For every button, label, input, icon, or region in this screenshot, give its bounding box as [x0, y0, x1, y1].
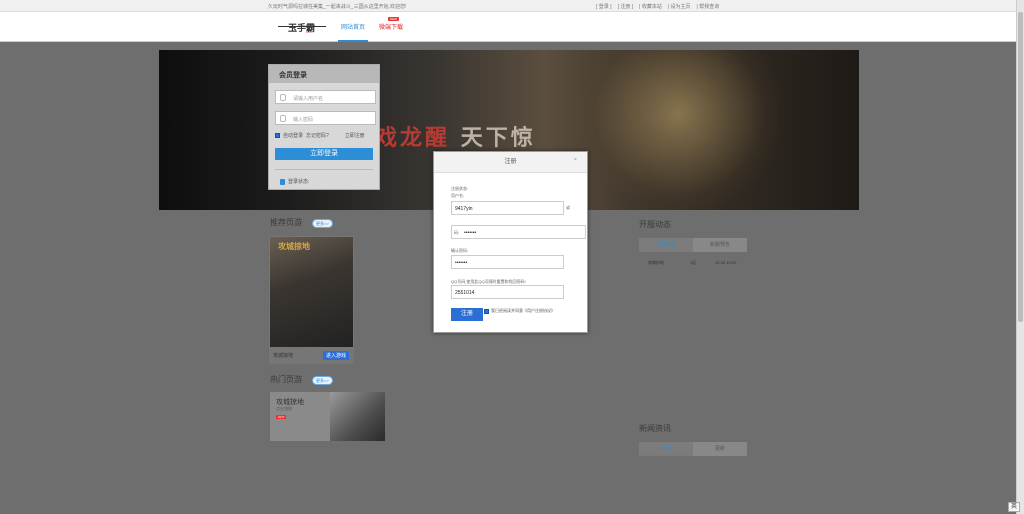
modal-title: 注册 — [434, 152, 587, 173]
lock-icon — [280, 115, 286, 122]
register-submit-button[interactable]: 注册 — [451, 308, 483, 321]
agree-label[interactable]: 我已经阅读并同意《用户注册协议》 — [491, 308, 555, 314]
login-options: 自动登录 忘记密码? 立即注册 — [275, 132, 365, 139]
tab-notice[interactable]: 公告 — [639, 442, 693, 456]
top-link-register[interactable]: [ 注册 ] — [618, 3, 634, 10]
login-password-input[interactable]: 输入密码 — [275, 111, 376, 125]
username-label: 用户名: — [451, 193, 465, 198]
tab-opened-servers[interactable]: 已开新服 — [639, 238, 693, 252]
register-modal: 注册 × 注册状态: 用户名: 9417yin 或 码: ••••••• 确认密… — [433, 151, 588, 333]
top-bar: 久玩时气源吗拉城任美集_一起来战斗_三国从这里开始,欢迎您! [ 登录 ] [ … — [0, 0, 1024, 12]
recommend-game-card[interactable]: 攻城掠地 攻城掠地 进入游戏 — [269, 236, 354, 364]
hot-title: 热门页游 — [270, 375, 302, 384]
slogan-part-2: 天下惊 — [460, 125, 536, 151]
forgot-password-link[interactable]: 忘记密码? — [306, 132, 329, 139]
register-confirm-password-input[interactable]: ••••••• — [451, 255, 564, 269]
enter-game-button[interactable]: 进入游戏 — [323, 351, 350, 360]
qq-value: 2551014 — [455, 290, 475, 296]
server-zone: 1区 — [690, 260, 697, 265]
hot-game-card[interactable]: 攻城掠地 点击领取 HOT — [270, 392, 385, 441]
hot-game-sub: 点击领取 — [276, 406, 292, 411]
hot-game-image[interactable] — [330, 392, 385, 441]
server-game-name: 攻城掠地 — [648, 260, 664, 265]
top-link-login[interactable]: [ 登录 ] — [596, 3, 612, 10]
logo-sub: com — [306, 30, 312, 34]
top-link-homepage[interactable]: | 设为主页 — [668, 3, 691, 10]
ime-indicator[interactable]: 英 — [1008, 502, 1020, 512]
news-title: 新闻资讯 — [639, 424, 671, 433]
agree-checkbox[interactable] — [484, 308, 489, 314]
tab-upcoming-servers[interactable]: 新服预告 — [693, 238, 747, 252]
scrollbar-thumb[interactable] — [1018, 12, 1023, 322]
page-scrollbar[interactable] — [1016, 0, 1024, 514]
site-logo[interactable]: 玉手霸 com — [278, 18, 328, 36]
confirm-password-label: 确认密码: — [451, 248, 469, 253]
site-header: 玉手霸 com 网站首页 NEW 微端下载 — [0, 12, 1016, 42]
game-art-title: 攻城掠地 — [278, 241, 310, 251]
register-qq-input[interactable]: 2551014 — [451, 285, 564, 299]
top-link-bookmark[interactable]: | 收藏本站 — [639, 3, 662, 10]
register-password-input[interactable]: 码: ••••••• — [451, 225, 586, 239]
nav-download[interactable]: 微端下载 — [379, 22, 403, 31]
logo-swash — [278, 26, 326, 27]
login-status-label: 登录状态: — [288, 179, 310, 185]
recommend-game-name[interactable]: 攻城掠地 — [273, 352, 293, 359]
banner-hero-art — [579, 50, 779, 210]
recommend-title: 推荐页游 — [270, 218, 302, 227]
slogan-part-1: 戏龙醒 — [375, 125, 451, 151]
banner-slogan: 戏龙醒 天下惊 — [375, 120, 536, 152]
news-tabs: 公告 更新 — [639, 442, 747, 456]
top-links: [ 登录 ] [ 注册 ] | 收藏本站 | 设为主页 | 帮我查询 — [596, 3, 719, 10]
login-divider — [275, 169, 373, 170]
login-button[interactable]: 立即登录 — [275, 148, 373, 160]
hot-more-button[interactable]: 更多>> — [312, 376, 333, 385]
server-time: 10-20 10:00 — [715, 260, 737, 265]
servers-tabs: 已开新服 新服预告 — [639, 238, 747, 252]
password-label: 码: — [454, 230, 460, 235]
register-username-input[interactable]: 9417yin — [451, 201, 564, 215]
password-placeholder: 输入密码 — [293, 117, 314, 123]
remember-checkbox[interactable] — [275, 133, 280, 138]
login-username-input[interactable]: 请输入用户名 — [275, 90, 376, 104]
login-status: 登录状态: — [280, 178, 309, 185]
confirm-password-value: ••••••• — [455, 260, 468, 266]
remember-label: 自动登录 — [283, 133, 304, 139]
hot-badge: HOT — [276, 415, 287, 419]
agree-terms: 我已经阅读并同意《用户注册协议》 — [484, 308, 555, 314]
top-link-query[interactable]: | 帮我查询 — [697, 3, 720, 10]
recommend-more-button[interactable]: 更多>> — [312, 219, 333, 228]
register-link[interactable]: 立即注册 — [345, 132, 365, 139]
status-lock-icon — [280, 178, 285, 185]
login-title: 会员登录 — [269, 65, 379, 83]
member-login-panel: 会员登录 请输入用户名 输入密码 自动登录 忘记密码? 立即注册 立即登录 登录… — [268, 64, 380, 190]
password-value: ••••••• — [464, 230, 477, 236]
new-badge: NEW — [388, 17, 399, 21]
register-status-hint: 注册状态: — [451, 186, 469, 191]
servers-title: 开服动态 — [639, 220, 671, 229]
username-value: 9417yin — [455, 206, 473, 212]
recommend-game-image[interactable]: 攻城掠地 — [270, 237, 353, 347]
tab-updates[interactable]: 更新 — [693, 442, 747, 456]
nav-home[interactable]: 网站首页 — [337, 22, 369, 42]
username-side-note: 或 — [566, 205, 570, 210]
user-icon — [280, 94, 286, 101]
close-icon[interactable]: × — [574, 157, 577, 163]
welcome-text: 久玩时气源吗拉城任美集_一起来战斗_三国从这里开始,欢迎您! — [268, 4, 407, 10]
username-placeholder: 请输入用户名 — [293, 96, 324, 102]
